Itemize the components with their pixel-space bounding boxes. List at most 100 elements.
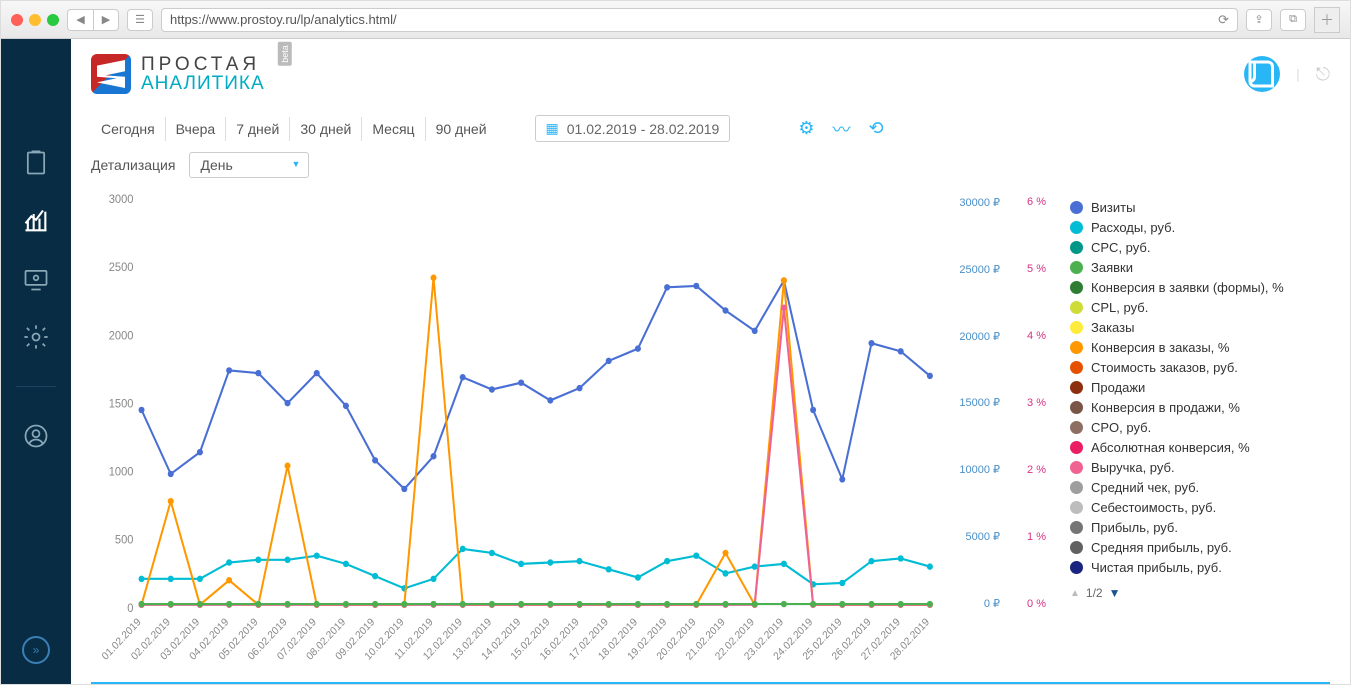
legend-color-dot (1070, 261, 1083, 274)
legend-label: CPL, руб. (1091, 300, 1148, 315)
legend-color-dot (1070, 501, 1083, 514)
legend-label: Визиты (1091, 200, 1135, 215)
legend-label: Средний чек, руб. (1091, 480, 1199, 495)
range-today[interactable]: Сегодня (91, 117, 166, 141)
pager-up-icon[interactable]: ▲ (1070, 588, 1080, 599)
back-button[interactable]: ◀ (67, 9, 93, 31)
legend-color-dot (1070, 201, 1083, 214)
legend-item[interactable]: Конверсия в продажи, % (1070, 400, 1330, 415)
help-button[interactable] (1244, 56, 1280, 92)
legend-item[interactable]: Продажи (1070, 380, 1330, 395)
legend-color-dot (1070, 441, 1083, 454)
svg-text:1000: 1000 (109, 466, 134, 478)
legend-item[interactable]: Выручка, руб. (1070, 460, 1330, 475)
pager-down-icon[interactable]: ▼ (1109, 586, 1121, 600)
legend-color-dot (1070, 381, 1083, 394)
svg-text:2000: 2000 (109, 330, 134, 342)
legend-label: Заказы (1091, 320, 1134, 335)
legend-color-dot (1070, 481, 1083, 494)
svg-text:2500: 2500 (109, 262, 134, 274)
app-sidebar: » (1, 39, 71, 684)
legend-item[interactable]: Себестоимость, руб. (1070, 500, 1330, 515)
minimize-window-dot[interactable] (29, 14, 41, 26)
legend-item[interactable]: Заказы (1070, 320, 1330, 335)
legend-color-dot (1070, 321, 1083, 334)
legend-color-dot (1070, 541, 1083, 554)
legend-label: Выручка, руб. (1091, 460, 1175, 475)
legend-item[interactable]: Стоимость заказов, руб. (1070, 360, 1330, 375)
svg-text:3000: 3000 (109, 194, 134, 206)
legend-item[interactable]: Конверсия в заказы, % (1070, 340, 1330, 355)
legend-label: Стоимость заказов, руб. (1091, 360, 1238, 375)
y3-tick: 4 % (1012, 330, 1046, 342)
sidebar-item-monitor[interactable] (22, 265, 50, 293)
legend-label: Чистая прибыль, руб. (1091, 560, 1222, 575)
legend-label: CPO, руб. (1091, 420, 1151, 435)
y2-tick: 5000 ₽ (952, 530, 1000, 543)
legend-color-dot (1070, 361, 1083, 374)
legend-color-dot (1070, 241, 1083, 254)
legend-item[interactable]: Средняя прибыль, руб. (1070, 540, 1330, 555)
range-month[interactable]: Месяц (362, 117, 425, 141)
legend-item[interactable]: CPL, руб. (1070, 300, 1330, 315)
legend-pager[interactable]: ▲ 1/2 ▼ (1070, 586, 1330, 600)
detail-select[interactable]: День (189, 152, 309, 178)
legend-label: Себестоимость, руб. (1091, 500, 1216, 515)
logout-button[interactable]: ⎋ (1316, 64, 1330, 85)
y3-tick: 3 % (1012, 397, 1046, 409)
legend-item[interactable]: Чистая прибыль, руб. (1070, 560, 1330, 575)
range-30days[interactable]: 30 дней (290, 117, 362, 141)
brand-logo (91, 54, 131, 94)
y2-tick: 20000 ₽ (952, 330, 1000, 343)
sidebar-item-profile[interactable] (22, 422, 50, 450)
range-yesterday[interactable]: Вчера (166, 117, 227, 141)
legend-item[interactable]: Заявки (1070, 260, 1330, 275)
sidebar-item-settings[interactable] (22, 323, 50, 351)
refresh-button[interactable]: ⟲ (868, 118, 883, 139)
brand-line1: ПРОСТАЯ (141, 55, 265, 74)
new-tab-button[interactable]: ＋ (1314, 7, 1340, 33)
legend-item[interactable]: Визиты (1070, 200, 1330, 215)
legend-color-dot (1070, 341, 1083, 354)
y2-tick: 30000 ₽ (952, 196, 1000, 209)
y3-tick: 6 % (1012, 196, 1046, 208)
y2-axis: 30000 ₽25000 ₽20000 ₽15000 ₽10000 ₽5000 … (952, 188, 1000, 672)
chart-type-button[interactable]: 〰 (832, 116, 850, 142)
maximize-window-dot[interactable] (47, 14, 59, 26)
legend-item[interactable]: Конверсия в заявки (формы), % (1070, 280, 1330, 295)
brand-line2: АНАЛИТИКА (141, 74, 265, 93)
legend-label: Конверсия в заявки (формы), % (1091, 280, 1284, 295)
range-90days[interactable]: 90 дней (426, 117, 497, 141)
legend-color-dot (1070, 521, 1083, 534)
close-window-dot[interactable] (11, 14, 23, 26)
footer-accent-line (91, 682, 1330, 684)
sidebar-expand-button[interactable]: » (22, 636, 50, 664)
legend-label: Конверсия в заказы, % (1091, 340, 1229, 355)
legend-item[interactable]: Расходы, руб. (1070, 220, 1330, 235)
pager-text: 1/2 (1086, 586, 1103, 600)
reload-icon[interactable]: ⟳ (1218, 12, 1229, 28)
chart-settings-button[interactable]: ⚙ (798, 118, 814, 139)
sidebar-separator (16, 386, 56, 387)
sidebar-item-dashboard[interactable] (22, 149, 50, 177)
range-7days[interactable]: 7 дней (226, 117, 290, 141)
legend-item[interactable]: CPC, руб. (1070, 240, 1330, 255)
y3-tick: 1 % (1012, 531, 1046, 543)
legend-item[interactable]: Абсолютная конверсия, % (1070, 440, 1330, 455)
legend-item[interactable]: Средний чек, руб. (1070, 480, 1330, 495)
legend-item[interactable]: Прибыль, руб. (1070, 520, 1330, 535)
legend-color-dot (1070, 401, 1083, 414)
tabs-button[interactable]: ⧉ (1280, 9, 1306, 31)
sidebar-item-analytics[interactable] (22, 207, 50, 235)
share-button[interactable]: ⇪ (1246, 9, 1272, 31)
y3-tick: 5 % (1012, 263, 1046, 275)
forward-button[interactable]: ▶ (93, 9, 119, 31)
legend-item[interactable]: CPO, руб. (1070, 420, 1330, 435)
browser-chrome-bar: ◀ ▶ ☰ https://www.prostoy.ru/lp/analytic… (1, 1, 1350, 39)
y2-tick: 15000 ₽ (952, 396, 1000, 409)
date-range-picker[interactable]: ▦ 01.02.2019 - 28.02.2019 (535, 115, 731, 142)
chart-legend: Визиты Расходы, руб. CPC, руб. Заявки Конвер… (1070, 188, 1330, 672)
legend-color-dot (1070, 421, 1083, 434)
address-bar[interactable]: https://www.prostoy.ru/lp/analytics.html… (161, 8, 1238, 32)
sidebar-toggle-button[interactable]: ☰ (127, 9, 153, 31)
